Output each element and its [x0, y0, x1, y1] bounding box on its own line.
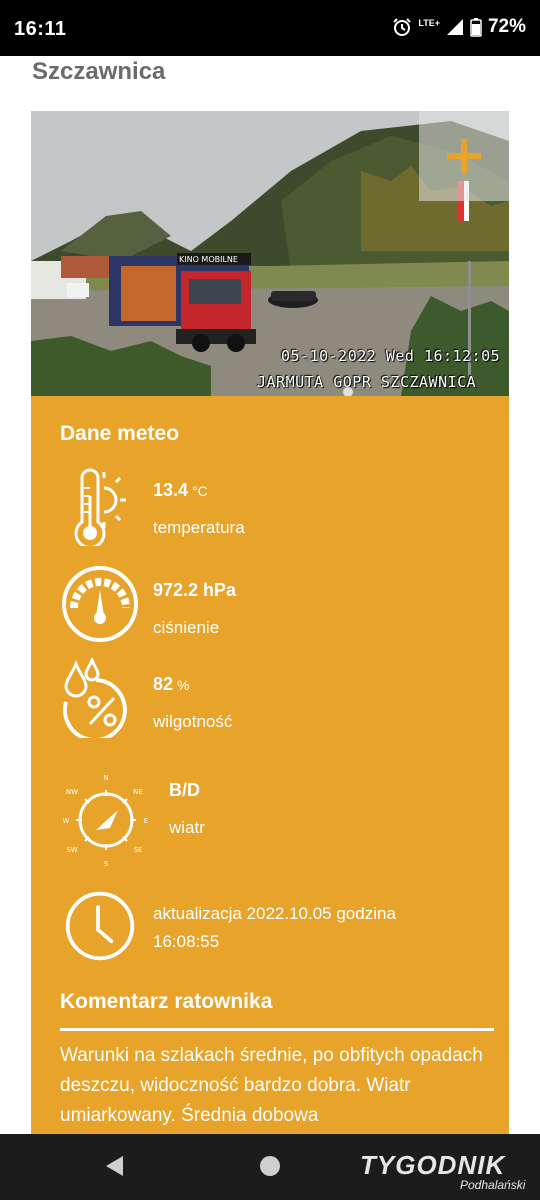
navigation-bar: TYGODNIK Podhalański — [0, 1134, 540, 1200]
temperature-unit: °C — [192, 483, 208, 499]
pressure-row: 972.2 hPa ciśnienie — [60, 564, 500, 644]
status-icons: LTE+ 72% — [392, 16, 526, 38]
logo-text: TYGODNIK — [360, 1150, 506, 1180]
expand-button[interactable] — [419, 111, 509, 201]
clock-icon — [65, 891, 135, 961]
update-line1: aktualizacja 2022.10.05 godzina — [153, 904, 396, 923]
webcam-location: JARMUTA GOPR SZCZAWNICA — [257, 373, 477, 391]
temperature-value: 13.4 — [153, 480, 189, 500]
truck-sign: KINO MOBILNE — [179, 255, 238, 264]
pressure-value: 972.2 hPa — [153, 580, 237, 600]
comment-heading: Komentarz ratownika — [60, 990, 273, 1013]
pressure-label: ciśnienie — [153, 618, 220, 637]
meteo-panel: Dane meteo 13.4 °C temperatura 972.2 hPa … — [31, 396, 509, 1136]
pressure-gauge-icon — [62, 566, 138, 642]
back-icon[interactable] — [106, 1156, 123, 1176]
update-line2: 16:08:55 — [153, 932, 220, 951]
temperature-label: temperatura — [153, 518, 245, 537]
humidity-label: wilgotność — [153, 712, 233, 731]
alarm-icon — [393, 18, 412, 36]
divider — [60, 1028, 494, 1031]
compass-w: W — [63, 817, 70, 825]
humidity-row: 82% wilgotność — [60, 658, 500, 738]
webcam-timestamp: 05-10-2022 Wed 16:12:05 — [281, 347, 501, 365]
compass-ne: NE — [133, 788, 143, 796]
compass-sw: SW — [66, 846, 77, 854]
battery-icon — [470, 18, 482, 37]
humidity-icon — [62, 658, 127, 738]
battery-level: 72% — [487, 16, 526, 37]
page-title: Szczawnica — [32, 58, 166, 85]
logo-subtext: Podhalański — [460, 1178, 526, 1192]
thermometer-sun-icon — [74, 468, 126, 546]
compass-se: SE — [134, 846, 143, 854]
compass-nw: NW — [66, 788, 78, 796]
meteo-heading: Dane meteo — [60, 422, 180, 445]
compass-s: S — [104, 860, 109, 868]
update-row: aktualizacja 2022.10.05 godzina 16:08:55 — [60, 886, 500, 966]
clock: 16:11 — [14, 18, 67, 40]
signal-icon — [446, 19, 463, 35]
status-bar: 16:11 LTE+ 72% — [0, 0, 540, 56]
temperature-row: 13.4 °C temperatura — [60, 466, 500, 546]
wind-row: N NE E SE S SW W NW B/D wiatr — [60, 770, 500, 870]
compass-e: E — [144, 817, 148, 825]
carousel-dot[interactable] — [343, 387, 353, 396]
compass-n: N — [103, 774, 108, 782]
wind-value: B/D — [169, 780, 200, 800]
wind-label: wiatr — [169, 818, 205, 837]
comment-text: Warunki na szlakach średnie, po obfitych… — [60, 1045, 483, 1126]
network-type: LTE+ — [418, 17, 440, 28]
humidity-unit: % — [177, 677, 190, 693]
home-icon[interactable] — [260, 1156, 280, 1176]
humidity-value: 82 — [153, 674, 174, 694]
webcam-image[interactable]: KINO MOBILNE 05-10-2022 Wed 16:12:05 JAR… — [31, 111, 509, 396]
compass-icon: N NE E SE S SW W NW — [63, 774, 149, 868]
